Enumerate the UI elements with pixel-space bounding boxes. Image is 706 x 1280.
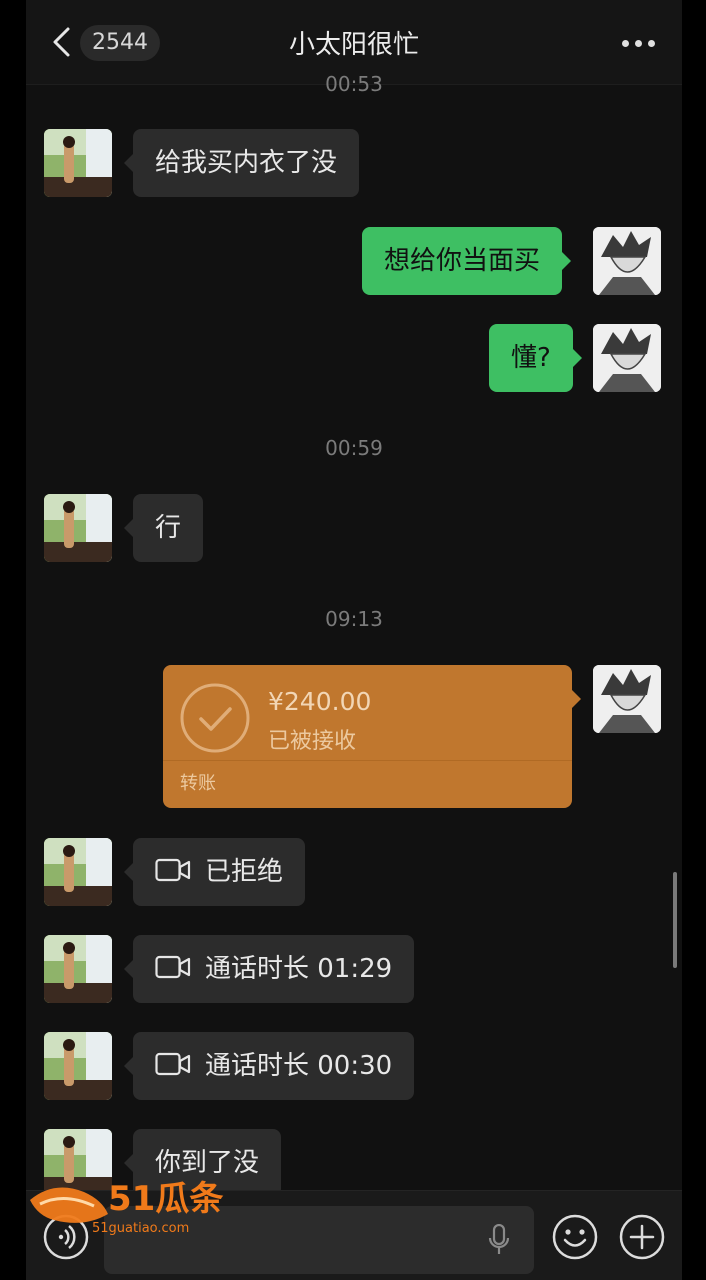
my-avatar[interactable]	[593, 665, 661, 733]
timestamp: 09:13	[325, 607, 383, 631]
contact-avatar[interactable]	[44, 838, 112, 906]
message-bubble-outgoing[interactable]: 懂?	[489, 324, 582, 392]
contact-avatar[interactable]	[44, 1032, 112, 1100]
more-horizontal-icon[interactable]	[622, 40, 656, 48]
transfer-divider	[163, 760, 572, 761]
video-call-text: 通话时长 00:30	[205, 1051, 393, 1081]
scrollbar[interactable]	[673, 872, 677, 968]
watermark-url: 51guatiao.com	[92, 1221, 189, 1236]
contact-avatar[interactable]	[44, 494, 112, 562]
contact-avatar[interactable]	[44, 935, 112, 1003]
video-call-text: 通话时长 01:29	[205, 954, 393, 984]
transfer-label: 转账	[180, 773, 216, 794]
timestamp: 00:53	[325, 72, 383, 96]
microphone-icon[interactable]	[488, 1224, 510, 1256]
video-call-icon	[155, 858, 191, 881]
watermark-logo: 51瓜条 51guatiao.com	[30, 1179, 223, 1236]
transfer-status: 已被接收	[268, 729, 357, 754]
video-call-icon	[155, 1052, 191, 1075]
transfer-amount: ¥240.00	[268, 687, 372, 716]
check-circle-icon	[180, 683, 250, 753]
transfer-card[interactable]: ¥240.00 已被接收 转账	[163, 665, 581, 808]
video-call-bubble[interactable]: 已拒绝	[123, 838, 306, 906]
video-call-text: 已拒绝	[205, 857, 284, 887]
message-bubble-incoming[interactable]: 行	[123, 494, 204, 562]
message-bubble-incoming[interactable]: 给我买内衣了没	[123, 129, 360, 197]
timestamp: 00:59	[325, 436, 383, 460]
watermark-brand: 51瓜条	[108, 1179, 223, 1219]
chat-title: 小太阳很忙	[288, 30, 419, 60]
video-call-bubble[interactable]: 通话时长 01:29	[123, 935, 415, 1003]
plus-icon[interactable]	[618, 1213, 666, 1261]
message-bubble-outgoing[interactable]: 想给你当面买	[362, 227, 572, 295]
video-call-icon	[155, 955, 191, 978]
emoji-icon[interactable]	[551, 1213, 599, 1261]
chat-screen: 2544 小太阳很忙 00:53 给我买内衣了没 想给你当面买 懂? 00:59…	[26, 0, 682, 1280]
video-call-bubble[interactable]: 通话时长 00:30	[123, 1032, 415, 1100]
contact-avatar[interactable]	[44, 129, 112, 197]
my-avatar[interactable]	[593, 324, 661, 392]
my-avatar[interactable]	[593, 227, 661, 295]
